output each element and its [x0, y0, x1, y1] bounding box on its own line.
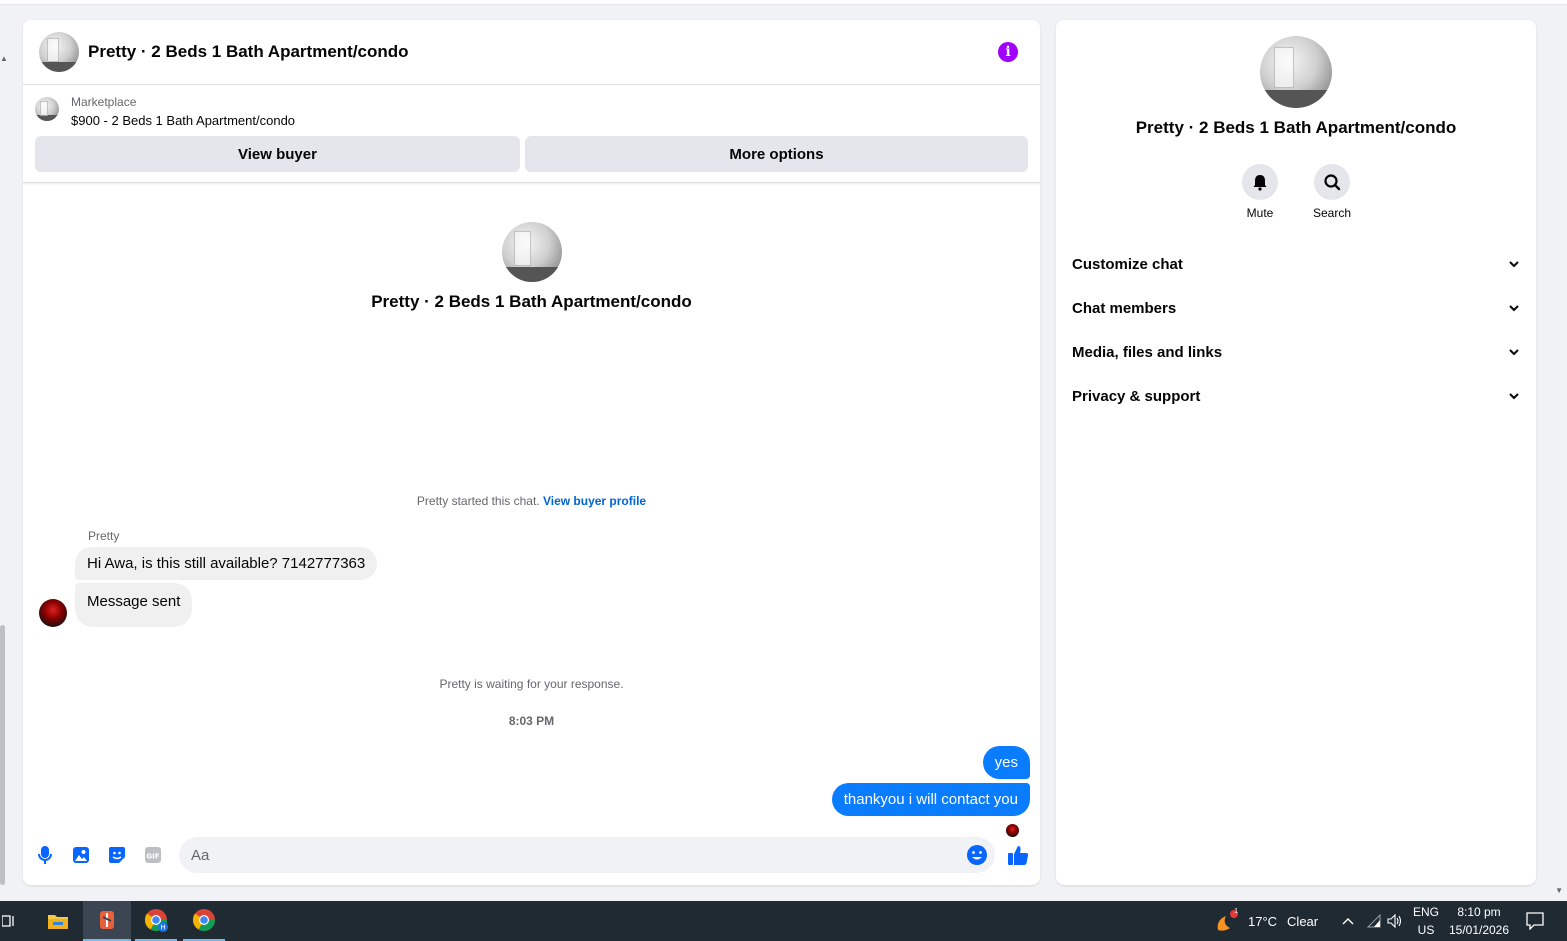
svg-text:H: H — [160, 924, 165, 932]
chat-started-notice: Pretty started this chat. View buyer pro… — [23, 494, 1040, 508]
weather-description: Clear — [1287, 913, 1319, 929]
chrome-profile-h-icon[interactable]: H — [135, 901, 177, 941]
info-sections: Customize chat Chat members Media, files… — [1056, 242, 1536, 418]
info-name: Pretty · 2 Beds 1 Bath Apartment/condo — [1135, 118, 1457, 137]
search-label: Search — [1312, 206, 1352, 220]
search-icon — [1314, 164, 1350, 200]
svg-text:GIF: GIF — [146, 853, 159, 861]
chevron-up-icon[interactable] — [1338, 901, 1358, 941]
weather-badge: 1 — [1234, 908, 1238, 915]
browser-top-strip — [0, 0, 1567, 5]
left-scrollbar[interactable] — [0, 625, 5, 885]
clock[interactable]: 8:10 pm 15/01/2026 — [1446, 901, 1512, 941]
seen-indicator-avatar — [1006, 824, 1019, 837]
chrome-icon[interactable] — [183, 901, 225, 941]
mute-label: Mute — [1246, 206, 1274, 220]
chat-info-panel: Pretty · 2 Beds 1 Bath Apartment/condo M… — [1056, 20, 1536, 885]
message-bubble-outgoing[interactable]: thankyou i will contact you — [831, 783, 1030, 816]
sender-avatar[interactable] — [39, 599, 67, 627]
microphone-icon[interactable] — [35, 845, 55, 865]
waiting-notice: Pretty is waiting for your response. — [439, 677, 624, 691]
task-view-icon[interactable] — [0, 901, 18, 941]
chevron-down-icon — [1509, 393, 1519, 400]
bell-icon — [1242, 164, 1278, 200]
chevron-down-icon — [1509, 261, 1519, 268]
section-label: Privacy & support — [1072, 387, 1201, 405]
sender-name: Pretty — [88, 529, 120, 543]
taskbar-app-active-icon[interactable] — [83, 901, 131, 941]
section-customize-chat[interactable]: Customize chat — [1064, 242, 1528, 286]
chevron-down-icon — [1509, 305, 1519, 312]
emoji-icon[interactable] — [966, 844, 988, 866]
wifi-icon[interactable] — [1363, 901, 1383, 941]
listing-text: $900 - 2 Beds 1 Bath Apartment/condo — [71, 113, 296, 128]
file-explorer-icon[interactable] — [37, 901, 79, 941]
message-bubble-incoming[interactable]: Message sent — [75, 583, 193, 627]
info-avatar[interactable] — [1260, 36, 1332, 108]
message-input[interactable] — [191, 846, 966, 864]
windows-taskbar: H 1 17°C Clear ENG US 8:10 pm 15/01/2026 — [0, 901, 1567, 941]
message-timestamp: 8:03 PM — [508, 714, 555, 728]
message-bubble-outgoing[interactable]: yes — [982, 746, 1030, 779]
message-bubble-incoming[interactable]: Hi Awa, is this still available? 7142777… — [75, 547, 378, 580]
section-label: Media, files and links — [1072, 343, 1223, 361]
more-options-button[interactable]: More options — [525, 136, 1028, 172]
clock-time: 8:10 pm — [1457, 905, 1501, 919]
view-buyer-profile-link[interactable]: View buyer profile — [543, 494, 646, 508]
notification-center-icon[interactable] — [1520, 901, 1550, 941]
volume-icon[interactable] — [1385, 901, 1405, 941]
chevron-down-icon — [1509, 349, 1519, 356]
started-text: Pretty started this chat. — [416, 494, 540, 508]
message-input-wrapper — [179, 837, 995, 873]
image-icon[interactable] — [71, 845, 91, 865]
marketplace-label: Marketplace — [71, 95, 137, 109]
chat-avatar[interactable] — [39, 32, 79, 72]
language-code: ENG — [1412, 905, 1439, 919]
section-media-files-links[interactable]: Media, files and links — [1064, 330, 1528, 374]
gif-icon[interactable]: GIF — [143, 845, 163, 865]
conversation-intro: Pretty · 2 Beds 1 Bath Apartment/condo — [23, 222, 1040, 312]
chat-title[interactable]: Pretty · 2 Beds 1 Bath Apartment/condo — [88, 42, 998, 62]
thumbs-up-icon[interactable] — [1006, 843, 1030, 867]
chat-panel: Pretty · 2 Beds 1 Bath Apartment/condo i… — [23, 20, 1040, 885]
marketplace-actions: View buyer More options — [23, 128, 1040, 183]
clock-date: 15/01/2026 — [1448, 923, 1510, 937]
chat-header: Pretty · 2 Beds 1 Bath Apartment/condo i — [23, 20, 1040, 85]
section-label: Customize chat — [1072, 255, 1183, 273]
section-label: Chat members — [1072, 299, 1177, 317]
section-privacy-support[interactable]: Privacy & support — [1064, 374, 1528, 418]
search-button[interactable]: Search — [1312, 164, 1352, 220]
scroll-down-arrow-icon[interactable]: ▼ — [1555, 886, 1563, 895]
marketplace-listing[interactable]: Marketplace $900 - 2 Beds 1 Bath Apartme… — [23, 85, 1040, 128]
message-composer: GIF — [23, 837, 1040, 873]
view-buyer-button[interactable]: View buyer — [35, 136, 520, 172]
section-chat-members[interactable]: Chat members — [1064, 286, 1528, 330]
scroll-up-arrow-icon[interactable]: ▲ — [0, 54, 8, 63]
listing-thumbnail — [35, 97, 59, 121]
info-icon[interactable]: i — [998, 42, 1018, 62]
keyboard-region: US — [1417, 923, 1435, 937]
weather-widget[interactable]: 1 17°C Clear — [1214, 901, 1324, 941]
mute-button[interactable]: Mute — [1240, 164, 1280, 220]
info-actions: Mute Search — [1056, 164, 1536, 220]
weather-temp: 17°C — [1248, 913, 1278, 929]
weather-icon: 1 — [1214, 908, 1240, 932]
sticker-icon[interactable] — [107, 845, 127, 865]
language-indicator[interactable]: ENG US — [1408, 901, 1444, 941]
intro-avatar — [501, 222, 562, 282]
intro-title: Pretty · 2 Beds 1 Bath Apartment/condo — [371, 292, 692, 311]
